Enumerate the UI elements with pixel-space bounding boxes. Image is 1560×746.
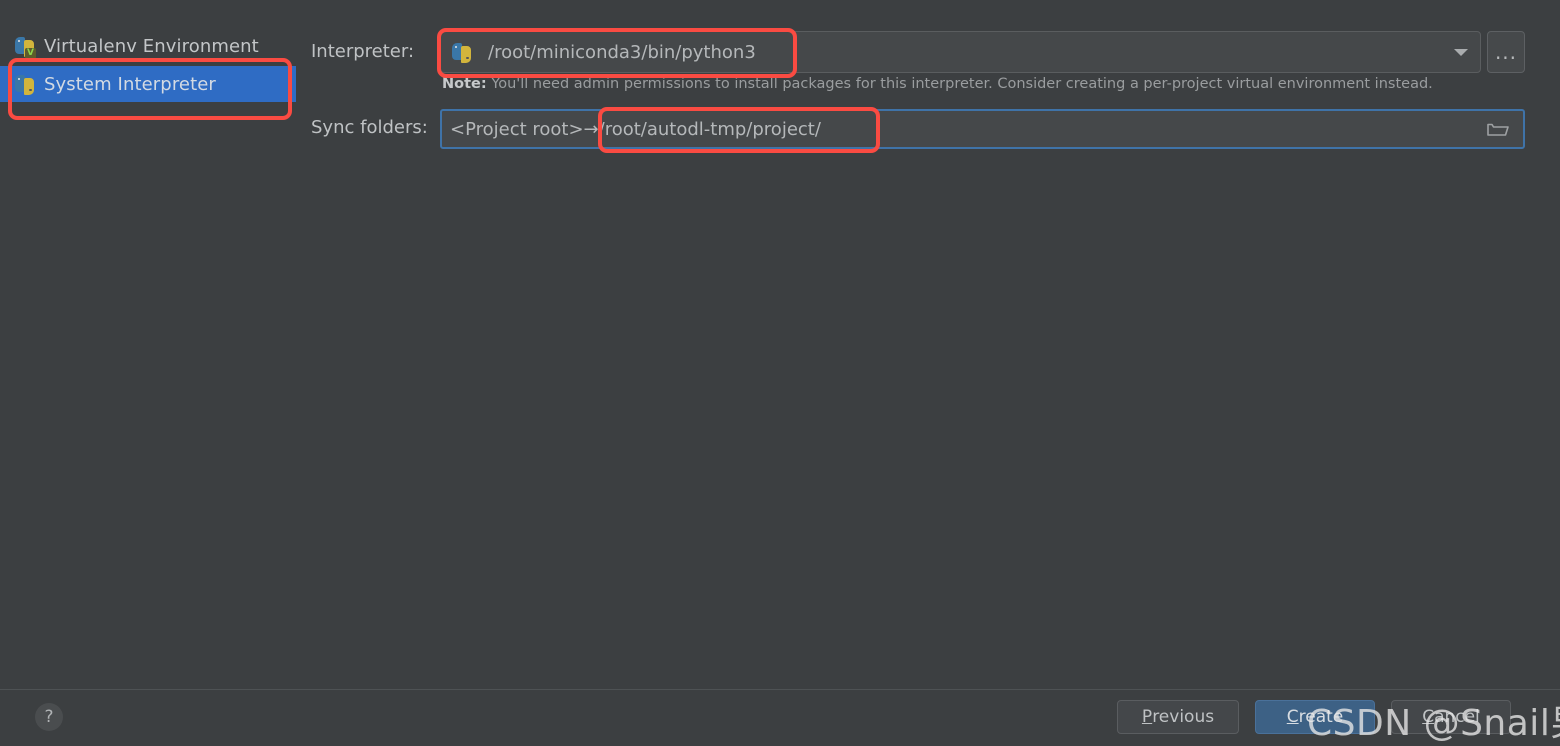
- interpreter-browse-button[interactable]: ...: [1487, 31, 1525, 73]
- note-prefix-label: Note:: [442, 76, 487, 92]
- python-venv-icon: V: [14, 36, 36, 59]
- previous-button[interactable]: Previous: [1117, 700, 1239, 734]
- sidebar-item-label: System Interpreter: [44, 73, 216, 95]
- sidebar-item-virtualenv-environment[interactable]: V Virtualenv Environment: [0, 28, 296, 64]
- environment-type-list[interactable]: V Virtualenv Environment System Interpre…: [0, 0, 296, 680]
- create-button[interactable]: Create: [1255, 700, 1375, 734]
- sidebar-item-label: Virtualenv Environment: [44, 35, 259, 57]
- create-button-mnemonic: C: [1286, 707, 1299, 727]
- sync-folders-value: <Project root>→/root/autodl-tmp/project/: [450, 118, 821, 140]
- interpreter-note: Note: You'll need admin permissions to i…: [442, 76, 1433, 92]
- python-icon: [14, 74, 35, 95]
- previous-button-label: revious: [1152, 707, 1215, 727]
- cancel-button[interactable]: Cancel: [1391, 700, 1511, 734]
- previous-button-mnemonic: P: [1141, 707, 1153, 727]
- sync-folders-field[interactable]: <Project root>→/root/autodl-tmp/project/: [440, 109, 1525, 149]
- cancel-button-label: ancel: [1434, 707, 1480, 727]
- create-button-label: reate: [1298, 707, 1344, 727]
- dialog-footer: ? Previous Create Cancel: [0, 690, 1560, 742]
- python-icon: [451, 42, 472, 63]
- cancel-button-mnemonic: C: [1422, 707, 1435, 727]
- chevron-down-icon[interactable]: [1454, 49, 1468, 56]
- sidebar-item-system-interpreter[interactable]: System Interpreter: [0, 66, 296, 102]
- interpreter-combobox[interactable]: /root/miniconda3/bin/python3: [440, 31, 1481, 73]
- folder-icon[interactable]: [1487, 121, 1509, 137]
- help-button[interactable]: ?: [35, 703, 63, 731]
- ellipsis-icon: ...: [1494, 40, 1518, 64]
- venv-badge: V: [25, 47, 36, 59]
- interpreter-label: Interpreter:: [311, 41, 415, 62]
- interpreter-path-value: /root/miniconda3/bin/python3: [488, 41, 756, 63]
- sync-folders-label: Sync folders:: [311, 117, 428, 138]
- interpreter-settings-form: Interpreter: /root/miniconda3/bin/python…: [300, 0, 1560, 680]
- note-text: You'll need admin permissions to install…: [491, 76, 1433, 92]
